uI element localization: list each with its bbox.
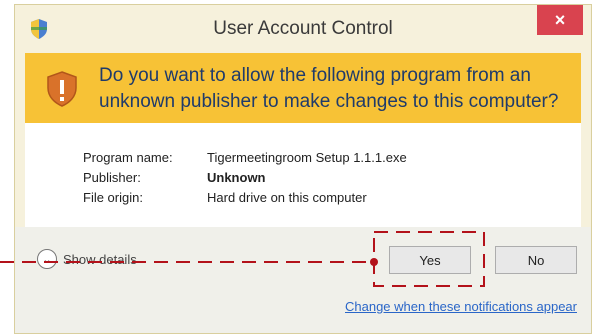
title-bar: User Account Control × [15, 5, 591, 53]
yes-button[interactable]: Yes [389, 246, 471, 274]
change-notifications-link[interactable]: Change when these notifications appear [345, 299, 577, 314]
program-details: Program name: Tigermeetingroom Setup 1.1.… [25, 123, 581, 227]
file-origin-value: Hard drive on this computer [207, 190, 367, 205]
no-button[interactable]: No [495, 246, 577, 274]
program-name-row: Program name: Tigermeetingroom Setup 1.1.… [83, 150, 407, 165]
close-button[interactable]: × [537, 5, 583, 35]
chevron-down-icon: ⌄ [37, 249, 57, 269]
warning-banner: Do you want to allow the following progr… [25, 53, 581, 123]
banner-question: Do you want to allow the following progr… [99, 65, 559, 112]
uac-dialog: User Account Control × Do you want to al… [14, 4, 592, 334]
program-name-value: Tigermeetingroom Setup 1.1.1.exe [207, 150, 407, 165]
file-origin-label: File origin: [83, 190, 143, 205]
publisher-value: Unknown [207, 170, 266, 185]
program-name-label: Program name: [83, 150, 173, 165]
close-icon: × [554, 9, 566, 30]
file-origin-row: File origin: Hard drive on this computer [83, 190, 367, 205]
window-title: User Account Control [213, 18, 393, 39]
publisher-label: Publisher: [83, 170, 141, 185]
dialog-footer: ⌄ Show details Yes No Change when these … [15, 227, 591, 333]
show-details-label: Show details [63, 251, 137, 267]
publisher-row: Publisher: Unknown [83, 170, 266, 185]
uac-shield-icon [47, 71, 77, 107]
show-details-toggle[interactable]: ⌄ Show details [37, 249, 137, 269]
